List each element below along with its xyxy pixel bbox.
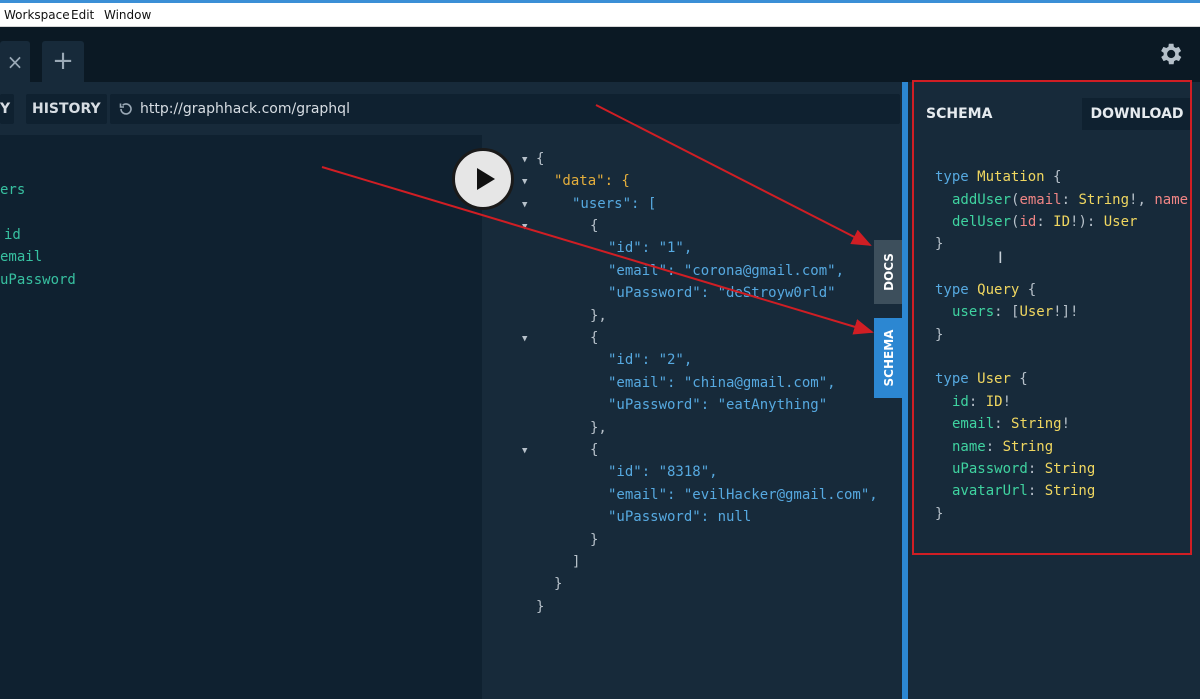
annotation-arrows [321,104,874,335]
arrow-to-docs [595,104,872,246]
arrow-to-schema [321,166,874,335]
